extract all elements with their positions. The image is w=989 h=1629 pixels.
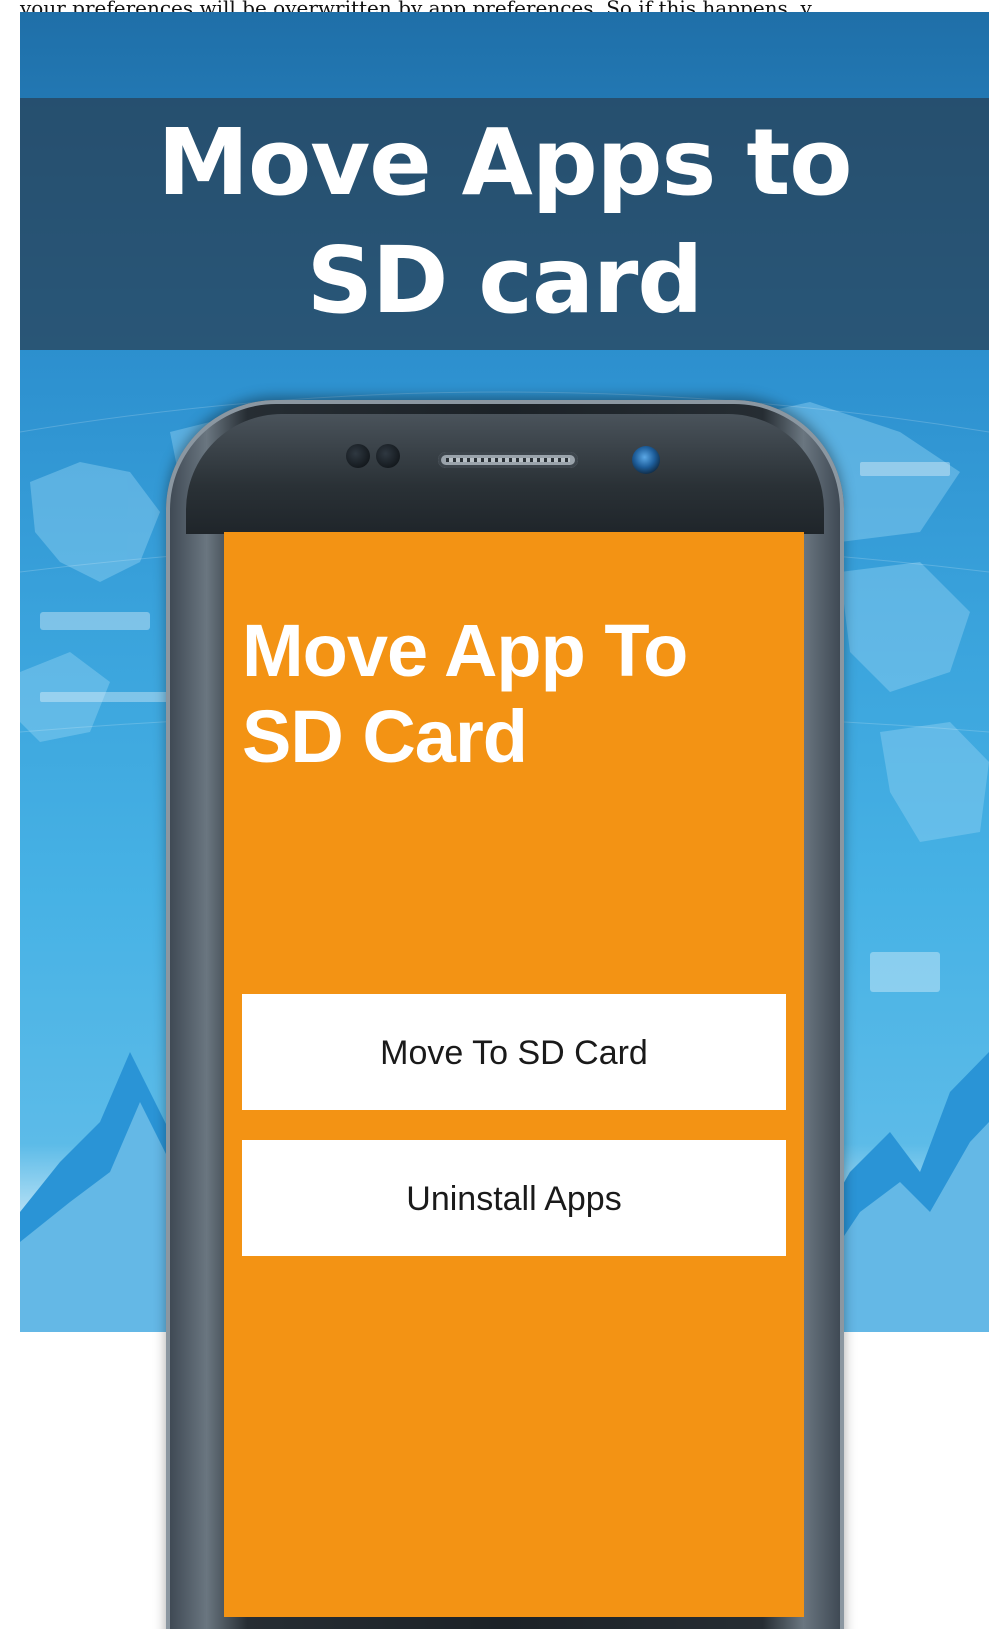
front-camera-icon (632, 446, 660, 474)
promo-title-line-2: SD card (306, 227, 703, 334)
screenshot: your preferences will be overwritten by … (0, 0, 989, 1629)
promo-title-line-1: Move Apps to (157, 109, 852, 216)
move-to-sd-card-button[interactable]: Move To SD Card (242, 994, 786, 1110)
promo-banner: Move Apps to SD card Move App To SD Card… (20, 12, 989, 1629)
phone-screen: Move App To SD Card Move To SD Card Unin… (224, 532, 804, 1617)
earpiece-speaker-icon (438, 452, 578, 468)
light-sensor-icon (376, 444, 400, 468)
phone-mockup: Move App To SD Card Move To SD Card Unin… (166, 400, 844, 1629)
uninstall-apps-button[interactable]: Uninstall Apps (242, 1140, 786, 1256)
proximity-sensor-icon (346, 444, 370, 468)
app-title: Move App To SD Card (242, 609, 688, 778)
phone-top-bezel (186, 414, 824, 534)
promo-title: Move Apps to SD card (20, 104, 989, 340)
